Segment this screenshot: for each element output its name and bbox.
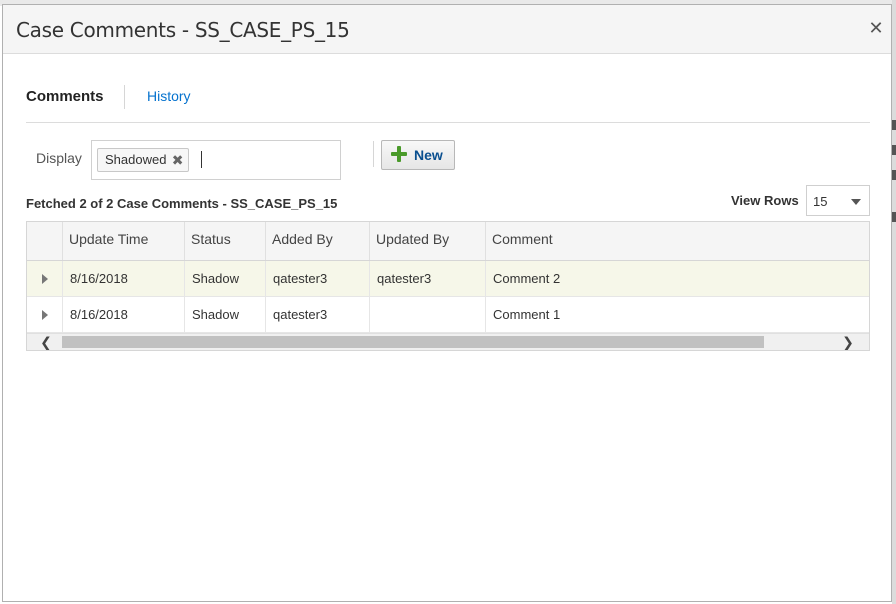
column-header-updated-by[interactable]: Updated By (370, 222, 486, 260)
cell-comment: Comment 2 (493, 271, 561, 286)
view-rows-select[interactable]: 15 (806, 185, 870, 216)
chevron-down-icon (851, 199, 861, 205)
table-row[interactable]: 8/16/2018 Shadow qatester3 qatester3 Com… (27, 261, 869, 297)
scroll-left-icon[interactable]: ❮ (39, 335, 53, 349)
filter-chip-shadowed: Shadowed ✖ (97, 148, 190, 172)
new-comment-button[interactable]: New (381, 140, 455, 170)
filter-chip-label: Shadowed (105, 152, 167, 167)
plus-icon (391, 146, 407, 162)
expander-cell (27, 261, 63, 296)
horizontal-scrollbar[interactable]: ❮ ❯ (27, 333, 869, 350)
expander-column-header (27, 222, 63, 260)
dialog-title: Case Comments - SS_CASE_PS_15 (16, 18, 350, 42)
tab-divider (124, 85, 125, 109)
display-filter-input[interactable]: Shadowed ✖ (91, 140, 341, 180)
tab-history[interactable]: History (147, 88, 191, 104)
tab-underline-rule (26, 122, 870, 123)
toolbar-divider (373, 141, 374, 167)
cell-status: Shadow (185, 297, 266, 332)
cell-update-time: 8/16/2018 (63, 297, 185, 332)
column-header-added-by[interactable]: Added By (266, 222, 370, 260)
cell-status: Shadow (185, 261, 266, 296)
expand-arrow-icon[interactable] (42, 274, 48, 284)
column-header-comment[interactable]: Comment (486, 222, 869, 260)
expander-cell (27, 297, 63, 332)
close-icon[interactable]: ✕ (867, 19, 885, 37)
table-row[interactable]: 8/16/2018 Shadow qatester3 Comment 1 (27, 297, 869, 333)
column-header-status[interactable]: Status (185, 222, 266, 260)
table-header: Update Time Status Added By Updated By C… (27, 222, 869, 261)
cell-updated-by: qatester3 (370, 261, 486, 296)
scroll-right-icon[interactable]: ❯ (841, 335, 855, 349)
comments-table: Update Time Status Added By Updated By C… (26, 221, 870, 351)
expand-arrow-icon[interactable] (42, 310, 48, 320)
cell-comment: Comment 1 (493, 307, 561, 322)
cell-added-by: qatester3 (266, 297, 370, 332)
background-page-edge (892, 0, 896, 604)
dialog-header: Case Comments - SS_CASE_PS_15 ✕ (3, 5, 891, 54)
case-comments-dialog: Case Comments - SS_CASE_PS_15 ✕ Comments… (2, 4, 892, 602)
view-rows-label: View Rows (731, 193, 799, 208)
tab-comments[interactable]: Comments (26, 88, 104, 105)
cell-updated-by (370, 297, 486, 332)
scrollbar-thumb[interactable] (62, 336, 764, 348)
column-header-update-time[interactable]: Update Time (63, 222, 185, 260)
new-button-label: New (414, 147, 443, 163)
cell-added-by: qatester3 (266, 261, 370, 296)
cell-update-time: 8/16/2018 (63, 261, 185, 296)
view-rows-value: 15 (813, 194, 828, 209)
display-filter-label: Display (36, 150, 82, 166)
fetched-status-text: Fetched 2 of 2 Case Comments - SS_CASE_P… (26, 196, 338, 211)
remove-chip-icon[interactable]: ✖ (172, 149, 184, 171)
text-caret (201, 151, 202, 168)
